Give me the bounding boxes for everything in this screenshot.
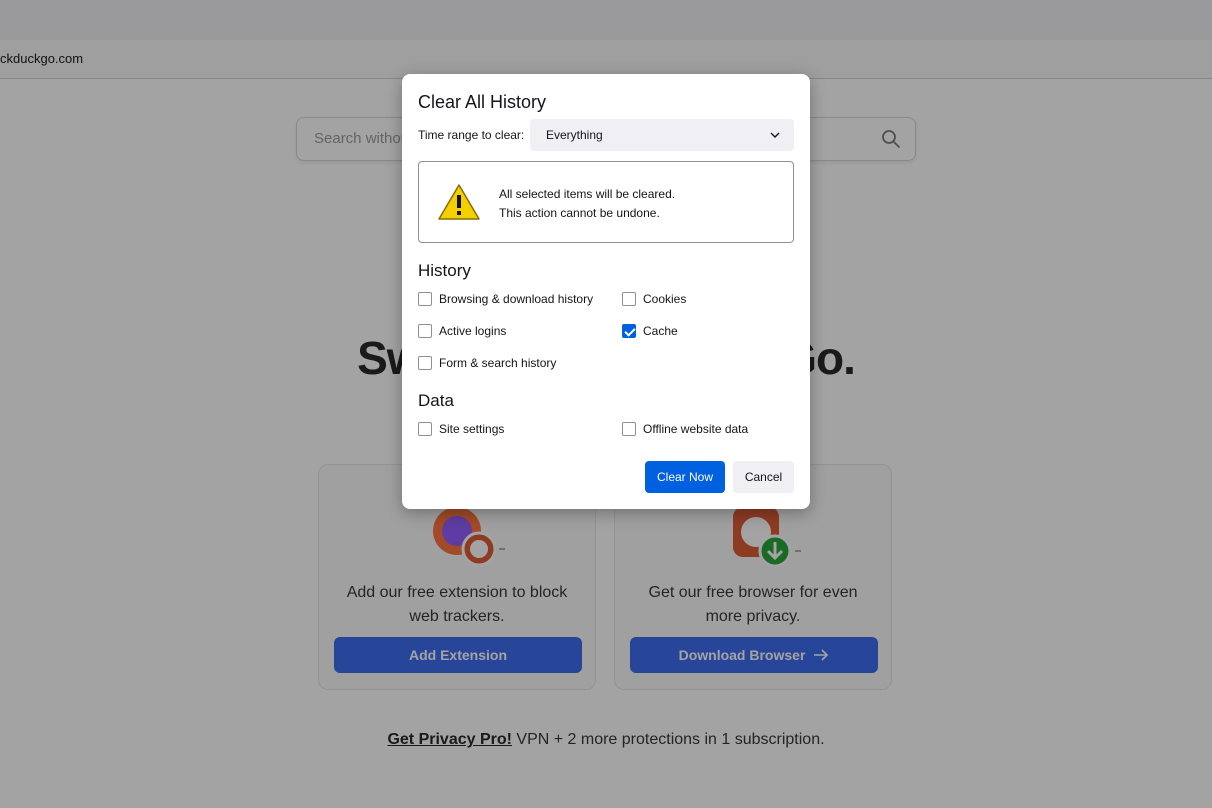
chevron-down-icon — [770, 132, 780, 138]
checkbox-box-checked[interactable] — [622, 324, 636, 338]
checkbox-label: Form & search history — [439, 356, 557, 370]
checkbox-label: Site settings — [439, 422, 505, 436]
warning-line-1: All selected items will be cleared. — [499, 187, 676, 201]
checkbox-cookies[interactable]: Cookies — [622, 292, 686, 306]
clear-history-dialog: Clear All History Time range to clear: E… — [402, 74, 810, 509]
data-heading: Data — [418, 391, 454, 410]
checkbox-label: Offline website data — [643, 422, 749, 436]
checkbox-label: Active logins — [439, 324, 507, 338]
checkbox-browsing-download-history[interactable]: Browsing & download history — [418, 292, 593, 306]
history-heading: History — [418, 261, 471, 280]
checkbox-site-settings[interactable]: Site settings — [418, 422, 504, 436]
checkbox-offline-website-data[interactable]: Offline website data — [622, 422, 748, 436]
dialog-title: Clear All History — [418, 92, 547, 112]
checkbox-cache[interactable]: Cache — [622, 324, 678, 338]
checkbox-box[interactable] — [418, 356, 432, 370]
warning-icon — [438, 184, 480, 220]
checkbox-label: Cache — [643, 324, 678, 338]
checkbox-box[interactable] — [418, 324, 432, 338]
checkbox-box[interactable] — [622, 422, 636, 436]
cancel-button[interactable]: Cancel — [733, 461, 794, 493]
warning-line-2: This action cannot be undone. — [499, 206, 660, 220]
checkbox-form-search-history[interactable]: Form & search history — [418, 356, 556, 370]
time-range-label: Time range to clear: — [418, 128, 525, 142]
time-range-select[interactable]: Everything — [530, 119, 794, 151]
checkbox-box[interactable] — [418, 422, 432, 436]
time-range-value: Everything — [546, 128, 603, 142]
checkbox-box[interactable] — [622, 292, 636, 306]
warning-box: All selected items will be cleared. This… — [418, 161, 794, 243]
checkbox-label: Cookies — [643, 292, 687, 306]
checkbox-active-logins[interactable]: Active logins — [418, 324, 506, 338]
clear-now-button[interactable]: Clear Now — [645, 461, 725, 493]
checkbox-box[interactable] — [418, 292, 432, 306]
checkbox-label: Browsing & download history — [439, 292, 594, 306]
